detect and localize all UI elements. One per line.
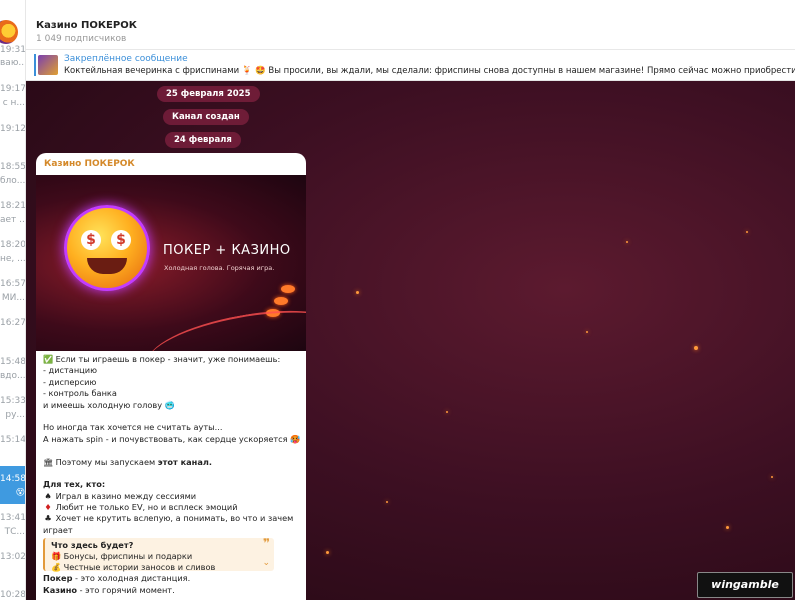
text-line: Любит не только EV, но и всплеск эмоций [55, 502, 238, 513]
text-line: - дистанцию [43, 365, 97, 376]
chat-snippet[interactable]: ру... [0, 410, 25, 420]
chat-time: 19:12 [0, 124, 25, 134]
hot-face-icon: 🥵 [290, 433, 301, 444]
chat-time: 15:33 [0, 396, 25, 406]
chat-time: 14:58 [0, 474, 25, 484]
watermark-logo: wingamble [697, 572, 793, 598]
pinned-message[interactable]: Закреплённое сообщение Коктейльная вечер… [26, 50, 795, 81]
chat-snippet[interactable]: ТС... [0, 527, 25, 537]
bg-spark [626, 241, 628, 243]
service-message: Канал создан [163, 109, 249, 125]
message-text: ✅ Если ты играешь в покер - значит, уже … [43, 354, 301, 596]
club-icon: ♣ [44, 513, 52, 524]
chat-time: 19:31 [0, 45, 25, 55]
text-line: - дисперсию [43, 376, 97, 387]
text-bold: Казино [43, 584, 77, 595]
gift-icon: 🎁 [51, 551, 62, 562]
chat-snippet: 😵 [15, 488, 25, 498]
chat-snippet[interactable]: бло... [0, 176, 25, 186]
eye-dollar: $ [111, 230, 131, 250]
bg-spark [446, 411, 448, 413]
bg-spark [386, 501, 388, 503]
chat-header[interactable]: Казино ПОКЕРОК 1 049 подписчиков [26, 0, 795, 50]
diamond-icon: ♦ [44, 502, 52, 513]
bg-spark [694, 346, 698, 350]
bg-spark [726, 526, 729, 529]
text-line: - это горячий момент. [77, 584, 175, 595]
bg-spark [771, 476, 773, 478]
channel-title[interactable]: Казино ПОКЕРОК [36, 20, 137, 31]
money-bag-icon: 💰 [51, 562, 62, 573]
pinned-thumbnail [38, 55, 58, 75]
text-bold: Для тех, кто: [43, 479, 106, 490]
eye-dollar: $ [81, 230, 101, 250]
quote-line: Честные истории заносов и сливов [63, 562, 216, 573]
post-image[interactable]: $ $ ПОКЕР + КАЗИНО Холодная голова. Горя… [36, 175, 306, 351]
chat-snippet[interactable]: ает ... [0, 215, 25, 225]
pinned-accent-bar [34, 54, 36, 76]
chip-icon [281, 285, 295, 293]
text-bold: этот канал. [157, 456, 212, 467]
chat-snippet[interactable]: с н... [0, 98, 25, 108]
subscriber-count: 1 049 подписчиков [36, 34, 127, 44]
chat-time: 19:17 [0, 84, 25, 94]
quote-line: Бонусы, фриспины и подарки [63, 551, 193, 562]
chat-snippet[interactable]: не, ... [0, 254, 25, 264]
pinned-text: Коктейльная вечеринка с фриспинами 🍹 🤩 В… [64, 66, 795, 76]
cold-face-icon: 🥶 [164, 399, 175, 410]
chevron-down-icon[interactable]: ⌄ [262, 558, 270, 569]
chat-time: 13:41 [0, 513, 25, 523]
chip-icon [274, 297, 288, 305]
text-line: играет [43, 524, 73, 535]
chat-history[interactable]: 25 февраля 2025 Канал создан 24 февраля … [26, 81, 795, 600]
chat-time: 10:28 [0, 590, 25, 600]
chat-time: 15:48 [0, 357, 25, 367]
text-bold: Покер [43, 573, 73, 584]
date-separator: 24 февраля [165, 132, 241, 148]
text-line: Если ты играешь в покер - значит, уже по… [55, 354, 281, 364]
money-eyes-emoji-icon: $ $ [64, 205, 150, 291]
channel-avatar[interactable] [0, 20, 18, 44]
chat-time: 13:02 [0, 552, 25, 562]
text-line: Играл в казино между сессиями [55, 490, 197, 501]
bg-spark [746, 231, 748, 233]
chat-time: 15:14 [0, 435, 25, 445]
chat-list: 19:31 ваю... 19:17 с н... 19:12 18:55 бл… [0, 0, 26, 600]
chat-time: 18:55 [0, 162, 25, 172]
bank-icon: 🏛 [43, 456, 54, 467]
message-bubble[interactable]: Казино ПОКЕРОК $ $ ПОКЕР + КАЗИНО Холодн… [36, 153, 306, 600]
banner-light-arc [142, 298, 306, 351]
check-icon: ✅ [43, 354, 54, 364]
banner-title: ПОКЕР + КАЗИНО [163, 243, 291, 258]
text-line: Хочет не крутить вслепую, а понимать, во… [55, 513, 294, 524]
bg-spark [326, 551, 329, 554]
expandable-quote[interactable]: Что здесь будет? 🎁 Бонусы, фриспины и по… [43, 536, 274, 573]
date-separator: 25 февраля 2025 [157, 86, 260, 102]
chat-time: 16:57 [0, 279, 25, 289]
message-author[interactable]: Казино ПОКЕРОК [44, 159, 135, 169]
bg-spark [586, 331, 588, 333]
text-line: - это холодная дистанция. [72, 573, 191, 584]
chat-item-active[interactable]: 14:58 😵 [0, 466, 25, 504]
chat-snippet[interactable]: ваю... [0, 58, 25, 68]
spade-icon: ♠ [44, 490, 52, 501]
chat-snippet[interactable]: МИ... [0, 293, 25, 303]
chat-snippet[interactable]: вдо... [0, 371, 25, 381]
text-line: - контроль банка [43, 388, 117, 399]
chat-time: 16:27 [0, 318, 25, 328]
text-line: и имеешь холодную голову [43, 399, 163, 410]
text-line: А нажать spin - и почувствовать, как сер… [43, 433, 288, 444]
chat-time: 18:20 [0, 240, 25, 250]
text-line: Поэтому мы запускаем [55, 456, 158, 467]
pinned-label: Закреплённое сообщение [64, 54, 188, 64]
bg-spark [356, 291, 359, 294]
quote-title: Что здесь будет? [51, 540, 134, 551]
emoji-mouth [87, 258, 127, 274]
text-line: Но иногда так хочется не считать ауты... [43, 422, 223, 433]
chat-time: 18:21 [0, 201, 25, 211]
banner-subtitle: Холодная голова. Горячая игра. [164, 264, 275, 272]
quote-icon: ❞ [262, 536, 270, 551]
